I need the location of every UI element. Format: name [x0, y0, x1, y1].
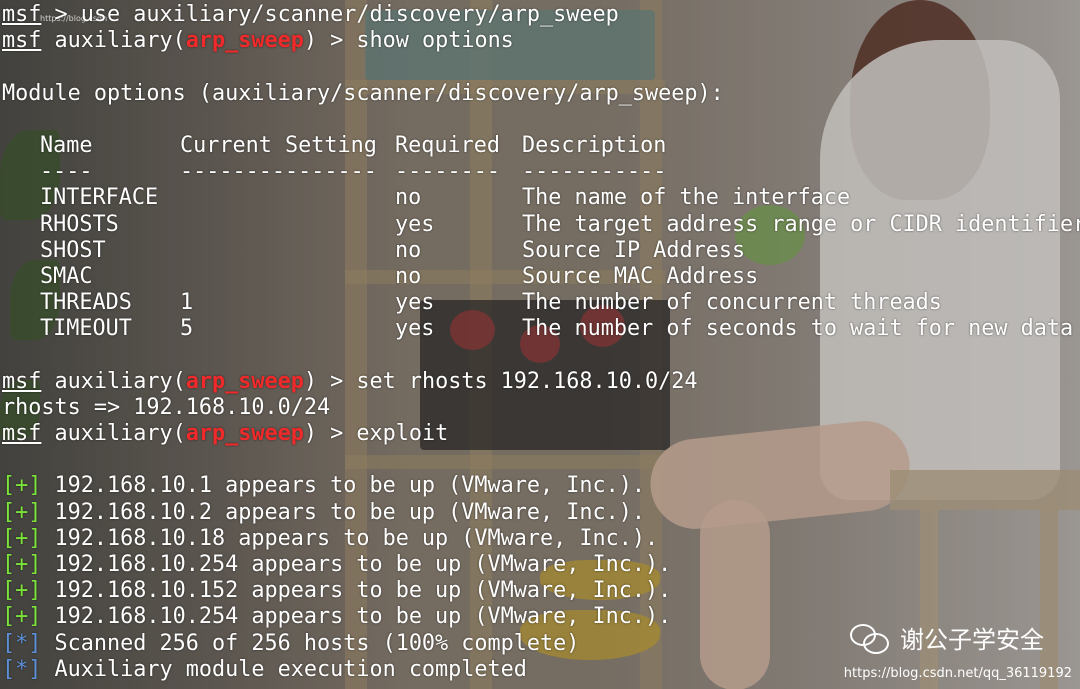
table-row: SMAC no Source MAC Address	[40, 263, 759, 289]
table-row: TIMEOUT 5 yes The number of seconds to wait…	[40, 316, 1074, 342]
command-line-use: msf > use auxiliary/scanner/discovery/ar…	[2, 2, 619, 27]
command-line-exploit: msf auxiliary(arp_sweep) > exploit	[2, 421, 449, 446]
success-tag: [+]	[2, 499, 42, 525]
module-options-heading: Module options (auxiliary/scanner/discov…	[2, 80, 724, 106]
table-row: SHOST no Source IP Address	[40, 237, 746, 263]
info-tag: [*]	[2, 630, 42, 656]
wechat-icon	[850, 622, 890, 654]
header-current-setting: Current Setting	[180, 132, 377, 158]
blog-url: https://blog.csdn.net/qq_36119192	[843, 666, 1072, 681]
prompt-msf: msf	[2, 2, 42, 27]
info-tag: [*]	[2, 656, 42, 682]
result-line: [+] 192.168.10.2 appears to be up (VMwar…	[2, 499, 646, 525]
header-name: Name	[40, 132, 93, 158]
success-tag: [+]	[2, 578, 42, 604]
rhosts-echo: rhosts => 192.168.10.0/24	[2, 394, 331, 420]
result-line: [+] 192.168.10.254 appears to be up (VMw…	[2, 551, 672, 577]
account-name: 谢公子学安全	[900, 626, 1044, 654]
table-row: THREADS 1 yes The number of concurrent thre…	[40, 290, 942, 316]
terminal-output[interactable]: msf > use auxiliary/scanner/discovery/ar…	[2, 2, 1080, 689]
header-required: Required	[395, 132, 500, 158]
options-table-separator: ---- --------------- -------- -----------	[40, 159, 667, 185]
module-name: arp_sweep	[185, 368, 304, 394]
wechat-watermark: 谢公子学安全	[850, 620, 1044, 655]
module-name: arp_sweep	[185, 421, 304, 446]
success-tag: [+]	[2, 604, 42, 630]
options-table-header: Name Current Setting Required Description	[2, 133, 1080, 159]
success-tag: [+]	[2, 473, 42, 499]
result-line: [+] 192.168.10.18 appears to be up (VMwa…	[2, 525, 659, 551]
module-name: arp_sweep	[185, 28, 304, 54]
command-line-set-rhosts: msf auxiliary(arp_sweep) > set rhosts 19…	[2, 368, 698, 394]
command-line-show-options: msf auxiliary(arp_sweep) > show options	[2, 28, 514, 54]
prompt-msf: msf	[2, 28, 42, 54]
success-tag: [+]	[2, 525, 42, 551]
prompt-msf: msf	[2, 368, 42, 394]
result-line: [+] 192.168.10.1 appears to be up (VMwar…	[2, 473, 646, 499]
table-row: INTERFACE no The name of the interface	[40, 185, 851, 211]
table-row: RHOSTS yes The target address range or CID…	[40, 211, 1080, 237]
success-tag: [+]	[2, 551, 42, 577]
prompt-msf: msf	[2, 421, 42, 446]
header-description: Description	[522, 132, 667, 158]
result-line: [+] 192.168.10.152 appears to be up (VMw…	[2, 578, 672, 604]
